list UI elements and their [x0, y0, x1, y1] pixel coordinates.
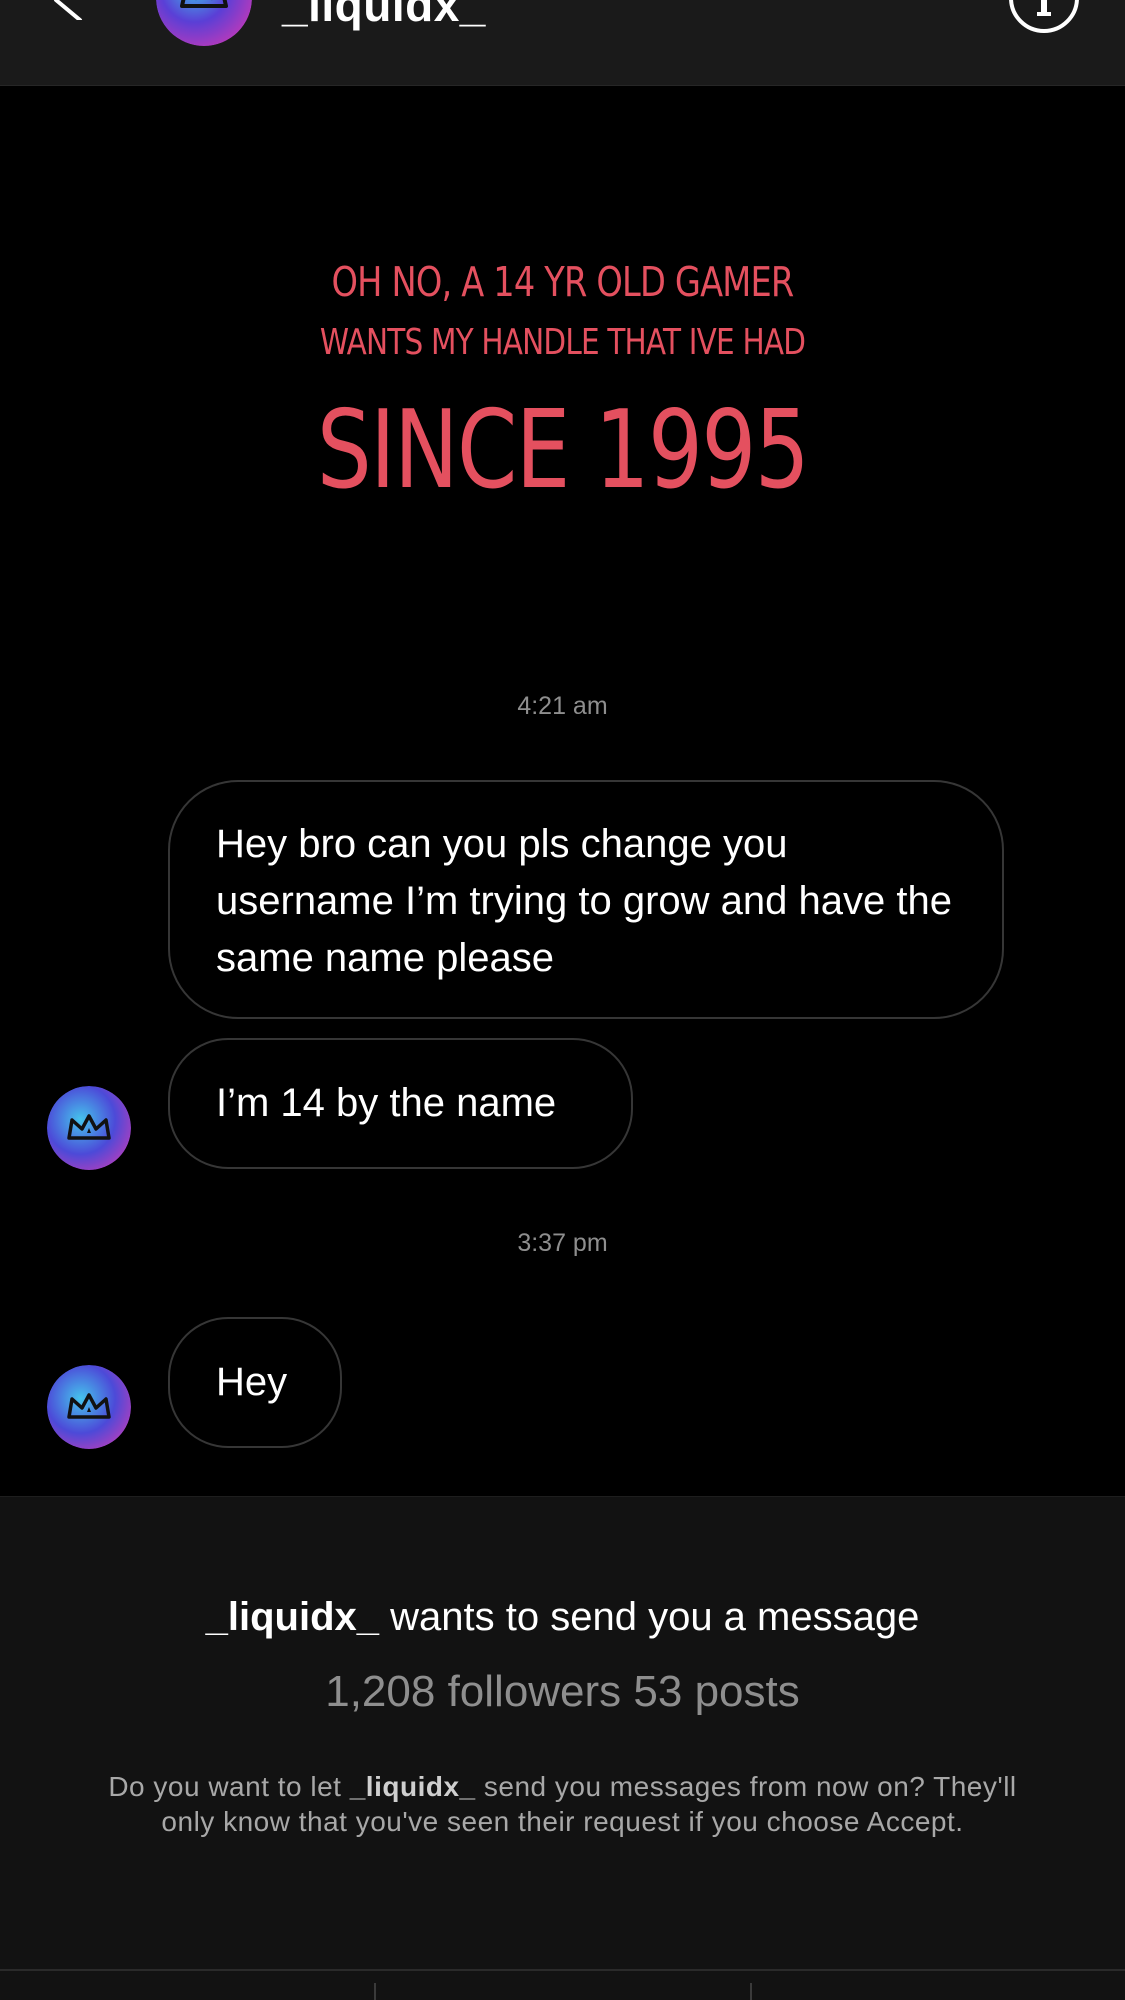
timestamp: 4:21 am: [517, 692, 608, 720]
sender-avatar[interactable]: [47, 1365, 131, 1449]
message-bubble[interactable]: I’m 14 by the name: [168, 1038, 633, 1169]
request-body-prefix: Do you want to let: [108, 1771, 350, 1802]
request-username[interactable]: _liquidx_: [206, 1595, 379, 1639]
header-username[interactable]: _liquidx_: [282, 0, 486, 28]
message-bubble[interactable]: Hey bro can you pls change you username …: [168, 780, 1004, 1019]
message-request-panel: _liquidx_ wants to send you a message 1,…: [0, 1496, 1125, 1969]
request-description: Do you want to let _liquidx_ send you me…: [100, 1769, 1025, 1839]
request-stats: 1,208 followers 53 posts: [325, 1667, 800, 1716]
action-divider: [750, 1983, 752, 2000]
request-body-username: _liquidx_: [349, 1771, 476, 1802]
header-avatar[interactable]: [156, 0, 252, 46]
caption-line-3: SINCE 1995: [316, 388, 810, 513]
sender-avatar[interactable]: [47, 1086, 131, 1170]
conversation-header: _liquidx_: [0, 0, 1125, 86]
request-title: _liquidx_ wants to send you a message: [0, 1595, 1125, 1640]
caption-line-1: OH NO, A 14 YR OLD GAMER: [331, 258, 795, 306]
caption-line-2: WANTS MY HANDLE THAT IVE HAD: [319, 322, 806, 363]
back-chevron-icon[interactable]: [50, 0, 90, 20]
action-divider: [374, 1983, 376, 2000]
request-action-bar: [0, 1969, 1125, 2000]
crown-avatar-icon: [156, 0, 252, 46]
crown-avatar-icon: [47, 1086, 131, 1170]
request-title-text: wants to send you a message: [379, 1595, 920, 1639]
timestamp: 3:37 pm: [517, 1229, 608, 1257]
crown-avatar-icon: [47, 1365, 131, 1449]
message-bubble[interactable]: Hey: [168, 1317, 342, 1448]
info-icon[interactable]: [1008, 0, 1080, 34]
